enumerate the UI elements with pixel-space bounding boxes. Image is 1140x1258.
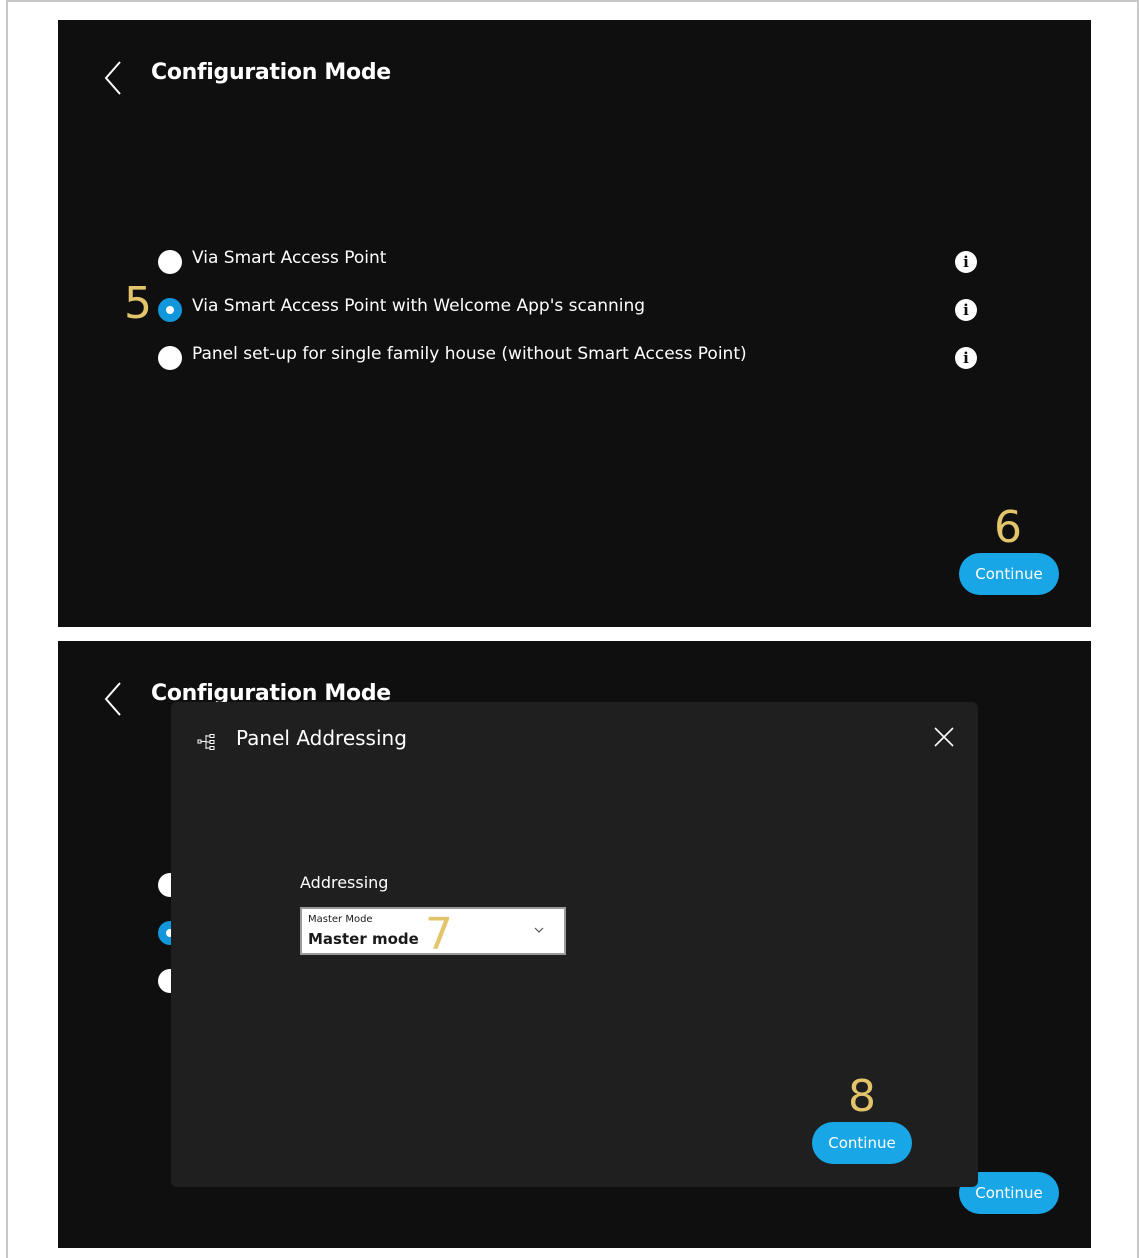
option-label: Panel set-up for single family house (wi… xyxy=(192,344,747,364)
option-smart-access-point[interactable]: Via Smart Access Point i xyxy=(158,246,1018,276)
option-label: Via Smart Access Point xyxy=(192,248,387,268)
info-icon[interactable]: i xyxy=(955,347,977,369)
radio-button[interactable] xyxy=(158,250,182,274)
select-value: Master mode xyxy=(308,930,419,948)
info-icon[interactable]: i xyxy=(955,251,977,273)
annotation-step-7: 7 xyxy=(425,909,453,960)
option-single-family-house[interactable]: Panel set-up for single family house (wi… xyxy=(158,342,1018,372)
option-smart-access-point-scanning[interactable]: Via Smart Access Point with Welcome App'… xyxy=(158,294,1018,324)
back-button[interactable] xyxy=(98,58,128,98)
chevron-left-icon xyxy=(104,682,121,716)
select-caption: Master Mode xyxy=(308,914,373,925)
annotation-step-6: 6 xyxy=(994,502,1022,553)
radio-button[interactable] xyxy=(158,346,182,370)
configuration-screen-with-dialog: Configuration Mode Continue Panel Addres… xyxy=(58,641,1091,1248)
chevron-down-icon xyxy=(534,927,544,933)
dialog-title: Panel Addressing xyxy=(236,726,407,750)
info-icon[interactable]: i xyxy=(955,299,977,321)
annotation-step-5: 5 xyxy=(124,278,152,329)
chevron-left-icon xyxy=(104,61,121,95)
annotation-step-8: 8 xyxy=(848,1071,876,1122)
continue-button[interactable]: Continue xyxy=(959,553,1059,595)
page-title: Configuration Mode xyxy=(151,60,391,85)
close-button[interactable] xyxy=(933,726,955,748)
configuration-screen: Configuration Mode Via Smart Access Poin… xyxy=(58,20,1091,627)
dialog-continue-button[interactable]: Continue xyxy=(812,1122,912,1164)
addressing-label: Addressing xyxy=(300,873,389,892)
panel-addressing-dialog: Panel Addressing Addressing Master Mode … xyxy=(171,702,978,1187)
radio-button-selected[interactable] xyxy=(158,298,182,322)
option-label: Via Smart Access Point with Welcome App'… xyxy=(192,296,646,316)
panel-addressing-icon xyxy=(197,734,215,750)
back-button[interactable] xyxy=(98,679,128,719)
close-icon xyxy=(934,727,954,747)
